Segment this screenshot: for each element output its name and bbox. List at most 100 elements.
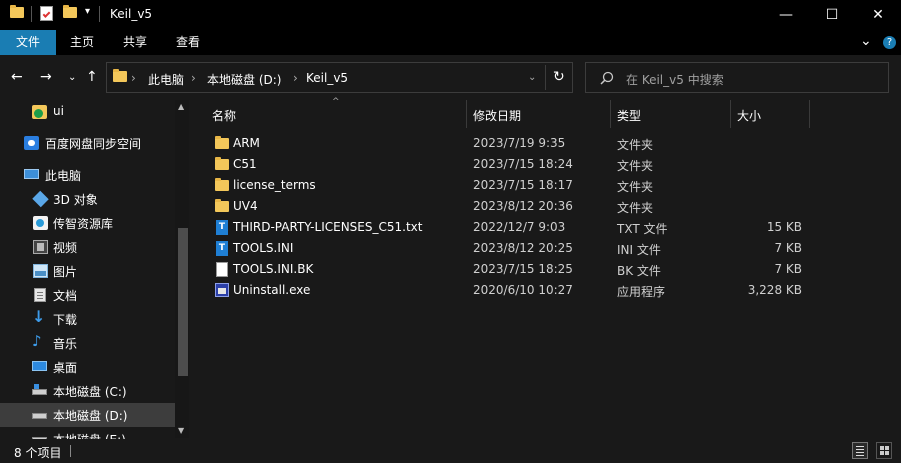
column-header-name[interactable]: 名称 <box>212 107 236 131</box>
minimize-button[interactable]: — <box>763 0 809 30</box>
divider <box>70 445 71 457</box>
file-modified: 2022/12/7 9:03 <box>473 220 566 234</box>
nav-item-pictures[interactable]: 图片 <box>0 259 175 283</box>
tab-home[interactable]: 主页 <box>58 30 106 55</box>
details-view-icon[interactable] <box>852 442 868 459</box>
downloads-icon: ↓ <box>32 307 46 326</box>
column-header-size[interactable]: 大小 <box>737 107 761 131</box>
nav-item-label: 图片 <box>53 265 78 279</box>
help-icon[interactable]: ? <box>883 36 896 49</box>
status-bar: 8 个项目 <box>0 439 901 463</box>
nav-item-drive-c[interactable]: 本地磁盘 (C:) <box>0 379 175 403</box>
file-type: TXT 文件 <box>617 222 668 236</box>
nav-item-baidu[interactable]: 百度网盘同步空间 <box>0 131 175 155</box>
sort-ascending-icon: ^ <box>332 97 340 107</box>
search-icon <box>600 71 614 85</box>
up-arrow-icon[interactable]: ↑ <box>86 69 98 85</box>
breadcrumb-drive-d[interactable]: 本地磁盘 (D:) <box>207 71 281 88</box>
large-icons-view-icon[interactable] <box>876 442 892 459</box>
folder-icon <box>215 199 229 212</box>
tab-view[interactable]: 查看 <box>164 30 212 55</box>
file-modified: 2023/8/12 20:36 <box>473 199 573 213</box>
scroll-up-icon[interactable]: ▲ <box>178 102 184 111</box>
column-header-modified[interactable]: 修改日期 <box>473 107 521 131</box>
nav-item-library[interactable]: 传智资源库 <box>0 211 175 235</box>
file-row-uninstall-exe[interactable]: Uninstall.exe 2020/6/10 10:27 应用程序 3,228… <box>210 280 830 301</box>
this-pc-icon <box>24 169 39 179</box>
file-name: ARM <box>233 136 260 150</box>
breadcrumb-separator[interactable]: › <box>191 71 196 85</box>
quick-access-dropdown-icon[interactable]: ▾ <box>85 6 90 17</box>
file-row-tools-ini-bk[interactable]: TOOLS.INI.BK 2023/7/15 18:25 BK 文件 7 KB <box>210 259 830 280</box>
divider <box>545 65 546 90</box>
nav-item-label: 百度网盘同步空间 <box>45 137 142 151</box>
file-name: UV4 <box>233 199 258 213</box>
navigation-pane: ui 百度网盘同步空间 此电脑 3D 对象 传智资源库 视频 图片 文档 ↓ 下… <box>0 99 190 439</box>
scroll-thumb[interactable] <box>178 228 188 376</box>
ribbon-expand-icon[interactable]: ⌄ <box>860 33 872 49</box>
file-row-arm[interactable]: ARM 2023/7/19 9:35 文件夹 <box>210 133 830 154</box>
folder-icon <box>215 157 229 170</box>
search-input[interactable]: 在 Keil_v5 中搜索 <box>585 62 889 93</box>
refresh-icon[interactable]: ↻ <box>553 69 565 85</box>
ribbon-tabs: 文件 主页 共享 查看 ⌄ ? <box>0 30 901 55</box>
nav-item-3d-objects[interactable]: 3D 对象 <box>0 187 175 211</box>
column-header-type[interactable]: 类型 <box>617 107 641 131</box>
nav-item-music[interactable]: ♪ 音乐 <box>0 331 175 355</box>
desktop-icon <box>32 361 47 371</box>
folder-icon <box>215 178 229 191</box>
new-folder-icon[interactable] <box>63 5 77 18</box>
file-row-license-terms[interactable]: license_terms 2023/7/15 18:17 文件夹 <box>210 175 830 196</box>
file-modified: 2020/6/10 10:27 <box>473 283 573 297</box>
nav-item-documents[interactable]: 文档 <box>0 283 175 307</box>
breadcrumb-separator[interactable]: › <box>293 71 298 85</box>
file-type: 文件夹 <box>617 138 654 152</box>
breadcrumb-this-pc[interactable]: 此电脑 <box>148 71 184 88</box>
file-row-third-party-licenses[interactable]: T THIRD-PARTY-LICENSES_C51.txt 2022/12/7… <box>210 217 830 238</box>
back-arrow-icon[interactable]: ← <box>11 69 23 85</box>
item-count: 8 个项目 <box>14 446 62 460</box>
nav-item-drive-d[interactable]: 本地磁盘 (D:) <box>0 403 175 427</box>
nav-item-video[interactable]: 视频 <box>0 235 175 259</box>
ini-file-icon: T <box>216 241 228 256</box>
forward-arrow-icon[interactable]: → <box>40 69 52 85</box>
properties-icon[interactable] <box>40 6 53 21</box>
file-row-tools-ini[interactable]: T TOOLS.INI 2023/8/12 20:25 INI 文件 7 KB <box>210 238 830 259</box>
breadcrumb-keil[interactable]: Keil_v5 <box>306 71 348 85</box>
drive-c-icon <box>32 384 47 395</box>
nav-item-this-pc[interactable]: 此电脑 <box>0 163 175 187</box>
column-divider[interactable] <box>466 100 467 128</box>
file-name: Uninstall.exe <box>233 283 311 297</box>
tab-share[interactable]: 共享 <box>111 30 159 55</box>
nav-item-label: 文档 <box>53 289 78 303</box>
close-button[interactable]: ✕ <box>855 0 901 30</box>
breadcrumb-separator[interactable]: › <box>131 71 136 85</box>
maximize-button[interactable]: ☐ <box>809 0 855 30</box>
window-title: Keil_v5 <box>110 7 153 21</box>
nav-item-label: 视频 <box>53 241 78 255</box>
recent-locations-chevron-icon[interactable]: ⌄ <box>68 72 76 83</box>
address-bar[interactable]: › 此电脑 › 本地磁盘 (D:) › Keil_v5 ⌄ ↻ <box>106 62 573 93</box>
column-divider[interactable] <box>809 100 810 128</box>
file-size: 3,228 KB <box>747 283 802 297</box>
file-row-uv4[interactable]: UV4 2023/8/12 20:36 文件夹 <box>210 196 830 217</box>
nav-item-label: 3D 对象 <box>53 193 98 207</box>
column-divider[interactable] <box>730 100 731 128</box>
nav-scrollbar[interactable]: ▲ ▼ <box>175 100 189 438</box>
divider <box>31 6 32 22</box>
nav-item-drive-e[interactable]: 本地磁盘 (E:) <box>0 427 175 439</box>
nav-item-ui[interactable]: ui <box>0 100 175 124</box>
tab-file[interactable]: 文件 <box>0 30 56 55</box>
baidu-cloud-icon <box>24 136 39 150</box>
file-modified: 2023/7/15 18:24 <box>473 157 573 171</box>
nav-item-label: ui <box>53 104 64 118</box>
nav-item-desktop[interactable]: 桌面 <box>0 355 175 379</box>
column-divider[interactable] <box>610 100 611 128</box>
address-dropdown-icon[interactable]: ⌄ <box>528 72 536 83</box>
scroll-down-icon[interactable]: ▼ <box>178 426 184 435</box>
file-row-c51[interactable]: C51 2023/7/15 18:24 文件夹 <box>210 154 830 175</box>
file-modified: 2023/7/15 18:17 <box>473 178 573 192</box>
nav-item-downloads[interactable]: ↓ 下载 <box>0 307 175 331</box>
file-type: 文件夹 <box>617 159 654 173</box>
library-icon <box>33 216 48 230</box>
